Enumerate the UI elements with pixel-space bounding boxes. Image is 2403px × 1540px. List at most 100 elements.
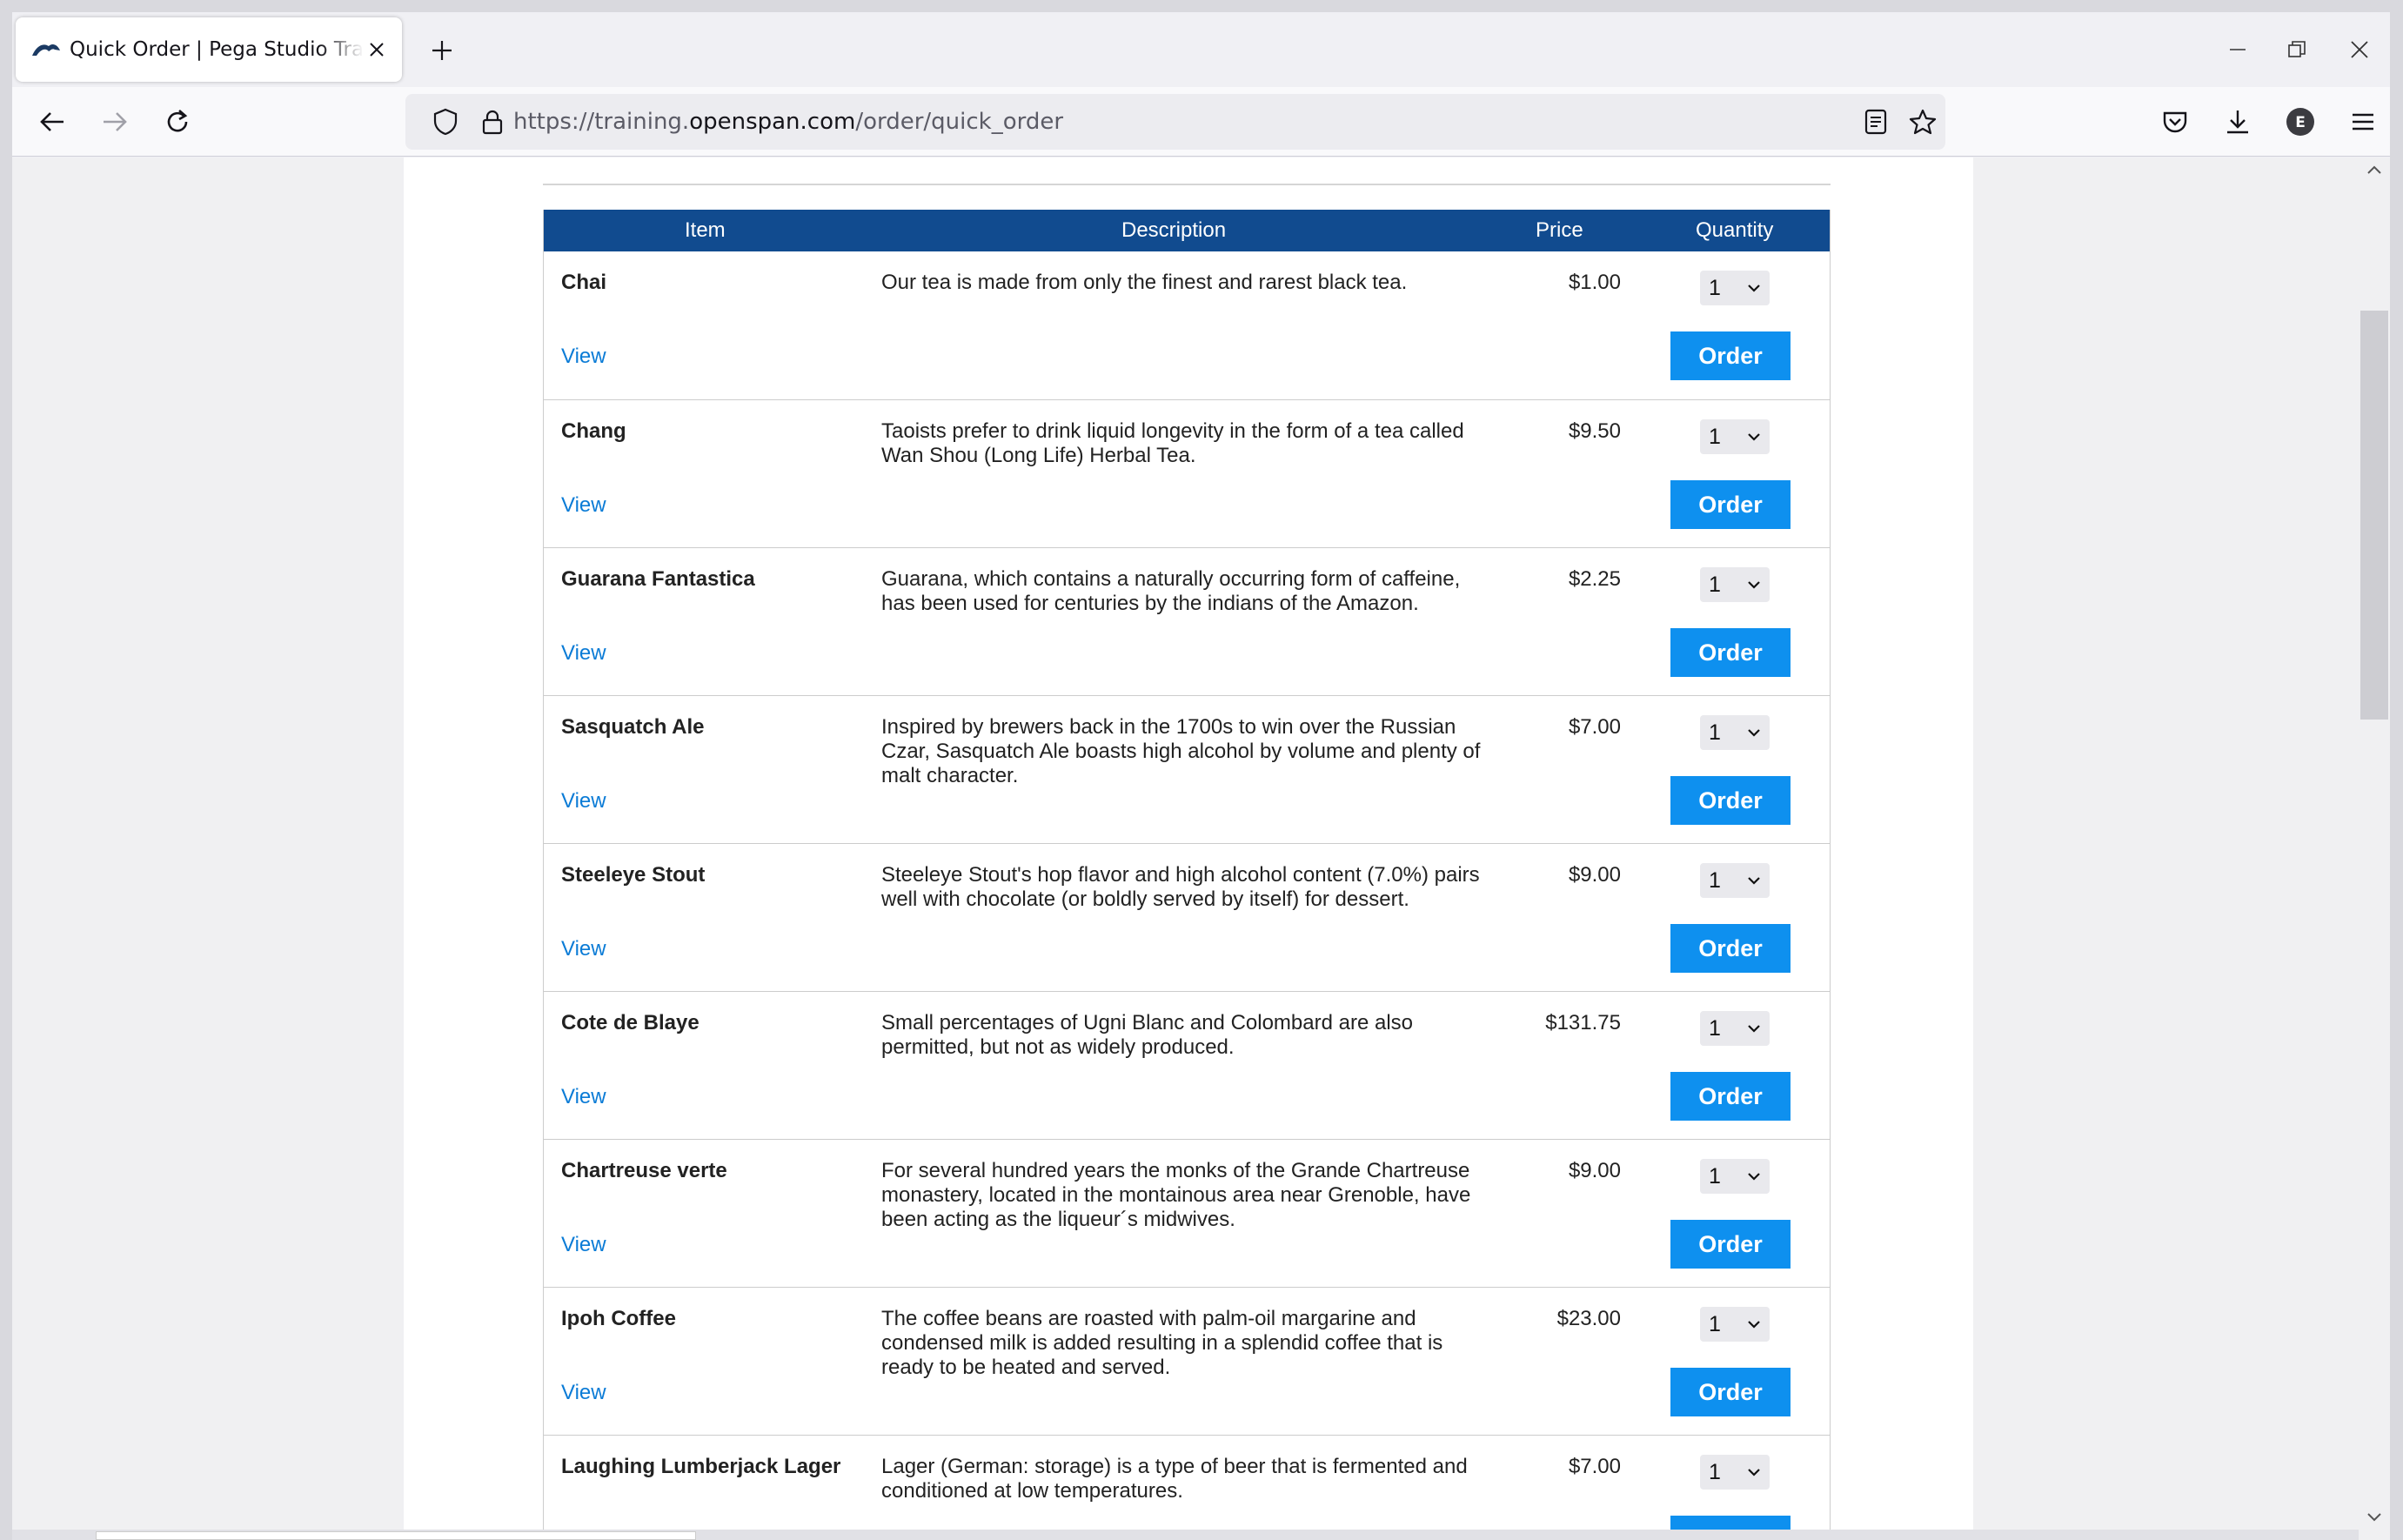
table-body: Chai View Our tea is made from only the fi… <box>544 251 1830 1540</box>
reload-icon[interactable] <box>153 97 202 146</box>
scroll-thumb[interactable] <box>2360 311 2388 720</box>
chevron-down-icon <box>1748 433 1760 441</box>
table-row: Ipoh Coffee View The coffee beans are roas… <box>544 1287 1830 1435</box>
url-prefix: https://training. <box>513 109 690 135</box>
quantity-value: 1 <box>1709 720 1721 745</box>
chevron-down-icon <box>1748 1321 1760 1329</box>
quantity-select[interactable]: 1 <box>1700 1455 1770 1490</box>
browser-window: Quick Order | Pega Studio Training https… <box>12 12 2390 1540</box>
quantity-value: 1 <box>1709 276 1721 300</box>
close-tab-icon[interactable] <box>364 37 390 63</box>
tab-quick-order[interactable]: Quick Order | Pega Studio Training <box>16 17 402 82</box>
item-name: Chai <box>561 271 607 294</box>
item-description: Steeleye Stout's hop flavor and high alc… <box>881 863 1480 911</box>
chevron-down-icon <box>1748 1173 1760 1181</box>
back-icon[interactable] <box>28 97 77 146</box>
url-domain: openspan.com <box>689 109 856 135</box>
order-button[interactable]: Order <box>1670 1220 1791 1269</box>
item-description: Our tea is made from only the finest and… <box>881 271 1408 294</box>
item-description: The coffee beans are roasted with palm-o… <box>881 1307 1443 1379</box>
address-bar[interactable]: https://training.openspan.com/order/quic… <box>405 94 1945 150</box>
lock-icon[interactable] <box>477 106 508 137</box>
item-name: Steeleye Stout <box>561 863 706 887</box>
item-price: $23.00 <box>1556 1307 1621 1330</box>
order-button[interactable]: Order <box>1670 776 1791 825</box>
table-row: Chai View Our tea is made from only the fi… <box>544 251 1830 399</box>
table-row: Cote de Blaye View Small percentages of Ug… <box>544 991 1830 1139</box>
header-price: Price <box>1536 218 1583 242</box>
chevron-down-icon <box>1748 877 1760 885</box>
menu-icon[interactable] <box>2339 97 2387 146</box>
view-link[interactable]: View <box>561 641 606 666</box>
table-row: Steeleye Stout View Steeleye Stout's hop f… <box>544 843 1830 991</box>
page-content: Item Description Price Quantity Chai View… <box>404 157 1973 1540</box>
item-price: $131.75 <box>1545 1011 1621 1034</box>
item-price: $1.00 <box>1568 271 1621 294</box>
horizontal-scrollbar[interactable] <box>12 1530 2359 1540</box>
order-button[interactable]: Order <box>1670 1072 1791 1121</box>
minimize-icon[interactable] <box>2213 28 2262 71</box>
shield-icon[interactable] <box>430 106 461 137</box>
view-link[interactable]: View <box>561 937 606 961</box>
quantity-select[interactable]: 1 <box>1700 567 1770 602</box>
close-window-icon[interactable] <box>2335 28 2384 71</box>
nav-toolbar: https://training.openspan.com/order/quic… <box>12 87 2390 157</box>
item-name: Sasquatch Ale <box>561 715 705 739</box>
view-link[interactable]: View <box>561 1233 606 1257</box>
quantity-select[interactable]: 1 <box>1700 1159 1770 1194</box>
item-name: Guarana Fantastica <box>561 567 755 591</box>
header-item: Item <box>685 218 726 242</box>
tab-strip: Quick Order | Pega Studio Training <box>12 12 2390 87</box>
chevron-down-icon <box>1748 285 1760 292</box>
item-description: Lager (German: storage) is a type of bee… <box>881 1455 1468 1503</box>
quantity-value: 1 <box>1709 425 1721 449</box>
view-link[interactable]: View <box>561 1085 606 1109</box>
item-name: Laughing Lumberjack Lager <box>561 1455 841 1478</box>
quantity-select[interactable]: 1 <box>1700 715 1770 750</box>
download-icon[interactable] <box>2213 97 2262 146</box>
scroll-up-icon[interactable] <box>2366 163 2383 177</box>
account-avatar[interactable]: E <box>2276 97 2325 146</box>
table-row: Sasquatch Ale View Inspired by brewers bac… <box>544 695 1830 843</box>
order-button[interactable]: Order <box>1670 1368 1791 1416</box>
quantity-select[interactable]: 1 <box>1700 419 1770 454</box>
hscroll-thumb[interactable] <box>96 1531 696 1540</box>
reader-view-icon[interactable] <box>1860 106 1891 137</box>
order-button[interactable]: Order <box>1670 480 1791 529</box>
quantity-select[interactable]: 1 <box>1700 271 1770 305</box>
forward-icon[interactable] <box>90 97 139 146</box>
new-tab-button[interactable] <box>423 31 461 70</box>
divider <box>543 184 1831 185</box>
view-link[interactable]: View <box>561 345 606 369</box>
quantity-select[interactable]: 1 <box>1700 1011 1770 1046</box>
bookmark-star-icon[interactable] <box>1907 106 1938 137</box>
quantity-value: 1 <box>1709 1460 1721 1484</box>
item-price: $9.50 <box>1568 419 1621 443</box>
pega-logo-icon <box>32 44 60 56</box>
view-link[interactable]: View <box>561 493 606 518</box>
page-viewport: Item Description Price Quantity Chai View… <box>12 157 2390 1540</box>
header-description: Description <box>1121 218 1227 242</box>
item-description: Inspired by brewers back in the 1700s to… <box>881 715 1481 787</box>
product-table: Item Description Price Quantity Chai View… <box>543 210 1831 1540</box>
order-button[interactable]: Order <box>1670 331 1791 380</box>
item-price: $7.00 <box>1568 1455 1621 1478</box>
scroll-down-icon[interactable] <box>2366 1510 2383 1524</box>
item-price: $7.00 <box>1568 715 1621 739</box>
table-row: Chang View Taoists prefer to drink liquid … <box>544 399 1830 547</box>
quantity-value: 1 <box>1709 1164 1721 1188</box>
restore-icon[interactable] <box>2272 28 2321 71</box>
order-button[interactable]: Order <box>1670 924 1791 973</box>
pocket-icon[interactable] <box>2151 97 2199 146</box>
chevron-down-icon <box>1748 1469 1760 1476</box>
quantity-select[interactable]: 1 <box>1700 1307 1770 1342</box>
order-button[interactable]: Order <box>1670 628 1791 677</box>
quantity-select[interactable]: 1 <box>1700 863 1770 898</box>
tab-title: Quick Order | Pega Studio Training <box>70 38 364 61</box>
quantity-value: 1 <box>1709 1312 1721 1336</box>
chevron-down-icon <box>1748 581 1760 589</box>
url-text[interactable]: https://training.openspan.com/order/quic… <box>513 94 1063 150</box>
view-link[interactable]: View <box>561 789 606 814</box>
vertical-scrollbar[interactable] <box>2359 157 2390 1540</box>
view-link[interactable]: View <box>561 1381 606 1405</box>
